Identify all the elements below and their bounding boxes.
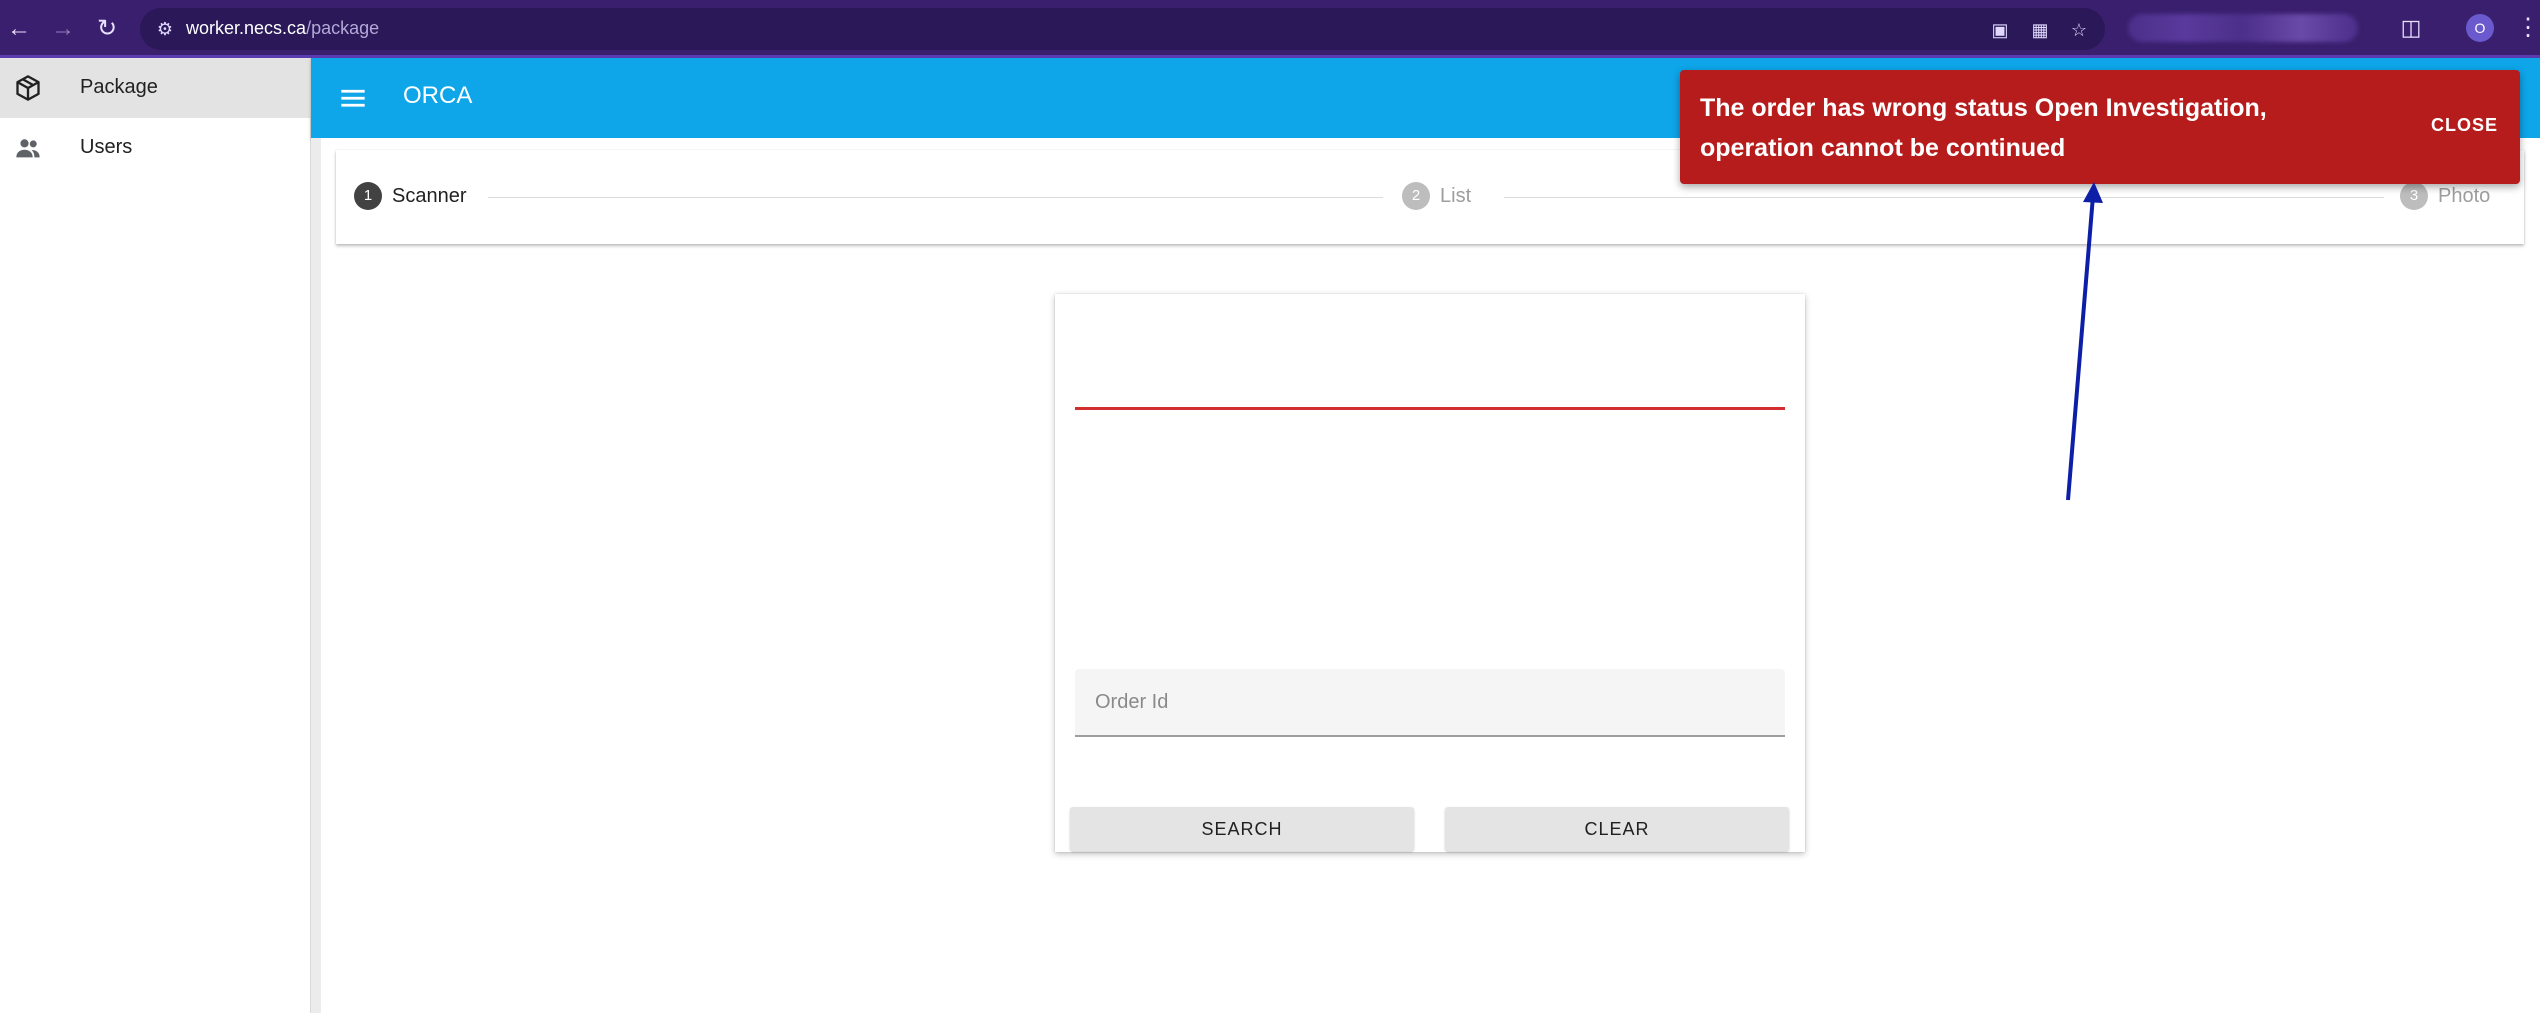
app-title: ORCA <box>403 82 473 109</box>
step-list[interactable]: 2 List <box>1402 182 1471 212</box>
forward-arrow-icon[interactable]: → <box>48 14 78 44</box>
address-bar[interactable]: ⚙ worker.necs.ca/package ▣ ▦ ☆ <box>140 8 2105 50</box>
step-connector <box>488 197 1383 198</box>
extensions-area <box>2128 14 2358 42</box>
sidebar-item-label: Users <box>80 136 133 158</box>
step-photo[interactable]: 3 Photo <box>2400 182 2490 212</box>
sidebar-item-users[interactable]: Users <box>0 118 310 178</box>
bookmark-star-icon[interactable]: ☆ <box>2067 18 2091 42</box>
step-scanner[interactable]: 1 Scanner <box>354 182 467 212</box>
snackbar-message: The order has wrong status Open Investig… <box>1700 94 2267 162</box>
extensions-puzzle-icon[interactable]: ◫ <box>2398 15 2424 41</box>
step-number: 2 <box>1402 182 1430 210</box>
order-id-input[interactable] <box>1075 669 1785 735</box>
sidebar-item-label: Package <box>80 76 158 98</box>
step-label: Scanner <box>392 184 467 207</box>
translate-icon[interactable]: ▦ <box>2028 18 2052 42</box>
url-text[interactable]: worker.necs.ca/package <box>186 18 379 39</box>
step-label: Photo <box>2438 184 2491 207</box>
sidebar: Package Users <box>0 58 311 1013</box>
main-content: 1 Scanner 2 List 3 Photo SEARCH CLEAR <box>311 138 2540 1013</box>
back-arrow-icon[interactable]: ← <box>4 14 34 44</box>
camera-blocked-icon[interactable]: ▣ <box>1988 18 2012 42</box>
step-number: 3 <box>2400 182 2428 210</box>
users-icon <box>16 139 40 158</box>
snackbar-close-button[interactable]: CLOSE <box>2431 115 2498 136</box>
clear-button[interactable]: CLEAR <box>1445 807 1789 851</box>
step-connector <box>1504 197 2384 198</box>
site-settings-icon[interactable]: ⚙ <box>152 16 178 42</box>
browser-toolbar: ← → ↻ ⚙ worker.necs.ca/package ▣ ▦ ☆ ◫ O… <box>0 0 2540 58</box>
order-id-field[interactable] <box>1075 669 1785 737</box>
error-snackbar: The order has wrong status Open Investig… <box>1680 70 2520 184</box>
step-label: List <box>1440 184 1472 207</box>
browser-menu-icon[interactable]: ⋮ <box>2516 12 2540 44</box>
reload-icon[interactable]: ↻ <box>92 14 122 44</box>
search-button[interactable]: SEARCH <box>1070 807 1414 851</box>
package-icon <box>16 75 40 101</box>
profile-avatar[interactable]: O <box>2466 14 2494 42</box>
scanner-card: SEARCH CLEAR <box>1055 294 1805 852</box>
step-number: 1 <box>354 182 382 210</box>
scanner-line <box>1075 407 1785 410</box>
sidebar-item-package[interactable]: Package <box>0 58 310 118</box>
hamburger-menu-icon[interactable] <box>339 84 367 112</box>
